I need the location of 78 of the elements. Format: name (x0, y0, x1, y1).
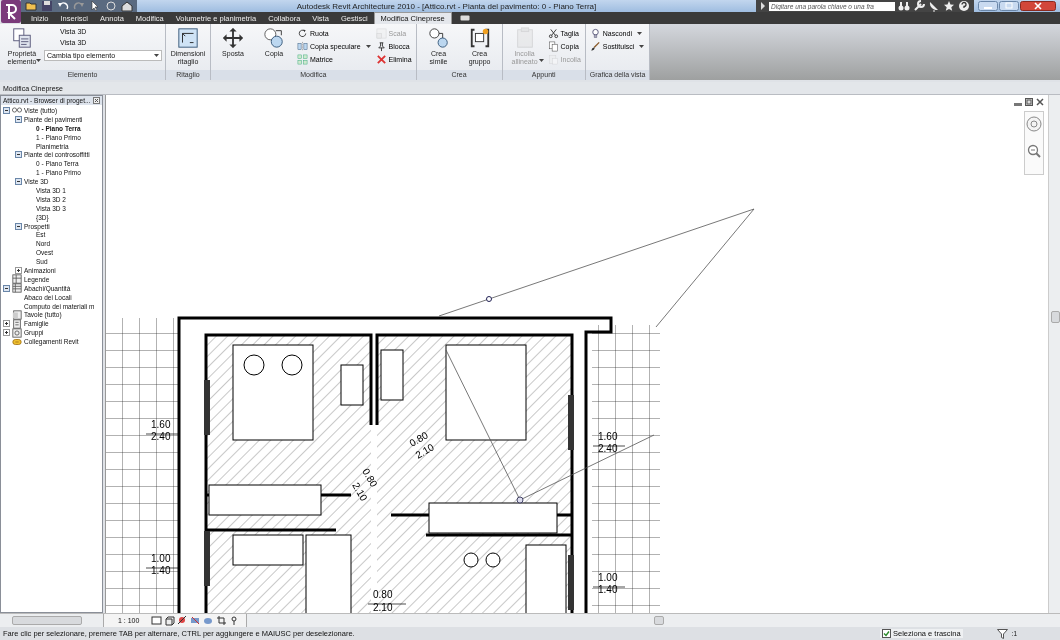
expand-icon[interactable] (15, 266, 22, 274)
brush-icon (589, 41, 601, 52)
documents-icon (11, 27, 33, 49)
window-title: Autodesk Revit Architecture 2010 - [Attico.rvt - Pianta del pavimento: 0 - Piano Terra] (295, 1, 598, 11)
dimension-label: 1.60 (598, 431, 618, 442)
shadow-icon[interactable] (190, 615, 202, 626)
caret-icon (154, 54, 159, 57)
group-icon (468, 27, 491, 49)
circle-arrow-icon (427, 27, 450, 49)
grid-squares-icon (297, 54, 308, 65)
collapse-icon[interactable] (3, 106, 10, 114)
link-icon (12, 336, 22, 347)
dimension-label: 0.80 (373, 589, 393, 600)
app-menu-logo-icon[interactable] (1, 0, 21, 23)
crop-region-icon (177, 27, 199, 49)
zoom-icon[interactable] (1027, 144, 1041, 158)
steering-wheel-icon[interactable] (1026, 116, 1042, 132)
crop-icon[interactable] (216, 615, 228, 626)
copy-icon (547, 41, 559, 52)
checkbox[interactable] (882, 629, 892, 638)
move-arrows-icon (222, 27, 244, 49)
expand-icon[interactable] (3, 329, 10, 337)
dimension-label: 1.00 (598, 572, 618, 583)
collapse-icon[interactable] (15, 115, 22, 123)
caret-icon (538, 59, 544, 62)
scrollbar-thumb[interactable] (654, 616, 665, 625)
ribbon-toggle-icon[interactable] (459, 15, 470, 21)
scale-icon (375, 28, 387, 39)
minimize-button-icon[interactable] (978, 1, 998, 11)
sheet-icon (12, 309, 22, 320)
paste-icon (547, 54, 559, 65)
scrollbar-thumb[interactable] (1051, 311, 1060, 323)
glasses-icon (12, 105, 22, 116)
dimension-label: 2.40 (151, 431, 171, 442)
close-icon[interactable] (93, 97, 100, 104)
cursor-arrow-icon[interactable] (89, 0, 101, 12)
wrench-icon[interactable] (913, 0, 925, 12)
maximize-button-icon[interactable] (999, 1, 1019, 11)
copy-circles-icon (263, 27, 285, 49)
caret-icon (365, 45, 371, 48)
frame-icon[interactable] (151, 615, 163, 626)
box-icon[interactable] (164, 615, 176, 626)
rotate-icon (297, 28, 308, 39)
light-bulb-icon (589, 28, 601, 39)
caret-icon (36, 59, 41, 62)
family-icon (12, 318, 22, 329)
binoculars-icon[interactable] (898, 0, 910, 12)
play-arrow-icon[interactable] (760, 1, 766, 11)
help-icon[interactable] (958, 0, 970, 12)
delete-icon (375, 54, 387, 65)
pin-icon (375, 41, 387, 52)
collapse-icon[interactable] (15, 151, 22, 159)
dimension-label: 1.40 (151, 565, 171, 576)
caret-icon (639, 45, 645, 48)
scrollbar-thumb[interactable] (12, 616, 82, 625)
collapse-icon[interactable] (15, 222, 22, 230)
close-icon[interactable] (1036, 98, 1044, 106)
table-icon (12, 283, 22, 294)
group-icon (12, 327, 22, 338)
scissors-icon (547, 28, 559, 39)
dimension-label: 1.40 (598, 584, 618, 595)
close-button-icon[interactable] (1020, 1, 1056, 11)
dimension-label: 1.60 (151, 419, 171, 430)
undo-icon[interactable] (57, 0, 69, 12)
star-icon[interactable] (943, 0, 955, 12)
vertical-scrollbar[interactable] (1048, 95, 1060, 613)
collapse-icon[interactable] (3, 284, 10, 292)
dimension-label: 2.10 (373, 602, 393, 613)
expand-icon[interactable] (3, 320, 10, 328)
caret-icon (636, 32, 642, 35)
mirror-icon (297, 41, 308, 52)
dimension-label: 1.00 (151, 553, 171, 564)
restore-icon[interactable] (1025, 98, 1033, 106)
camera-view-drawing[interactable] (438, 208, 755, 504)
legend-icon (12, 274, 22, 285)
dimension-label: 2.40 (598, 443, 618, 454)
satellite-dish-icon[interactable] (928, 0, 940, 12)
collapse-icon[interactable] (15, 178, 22, 186)
